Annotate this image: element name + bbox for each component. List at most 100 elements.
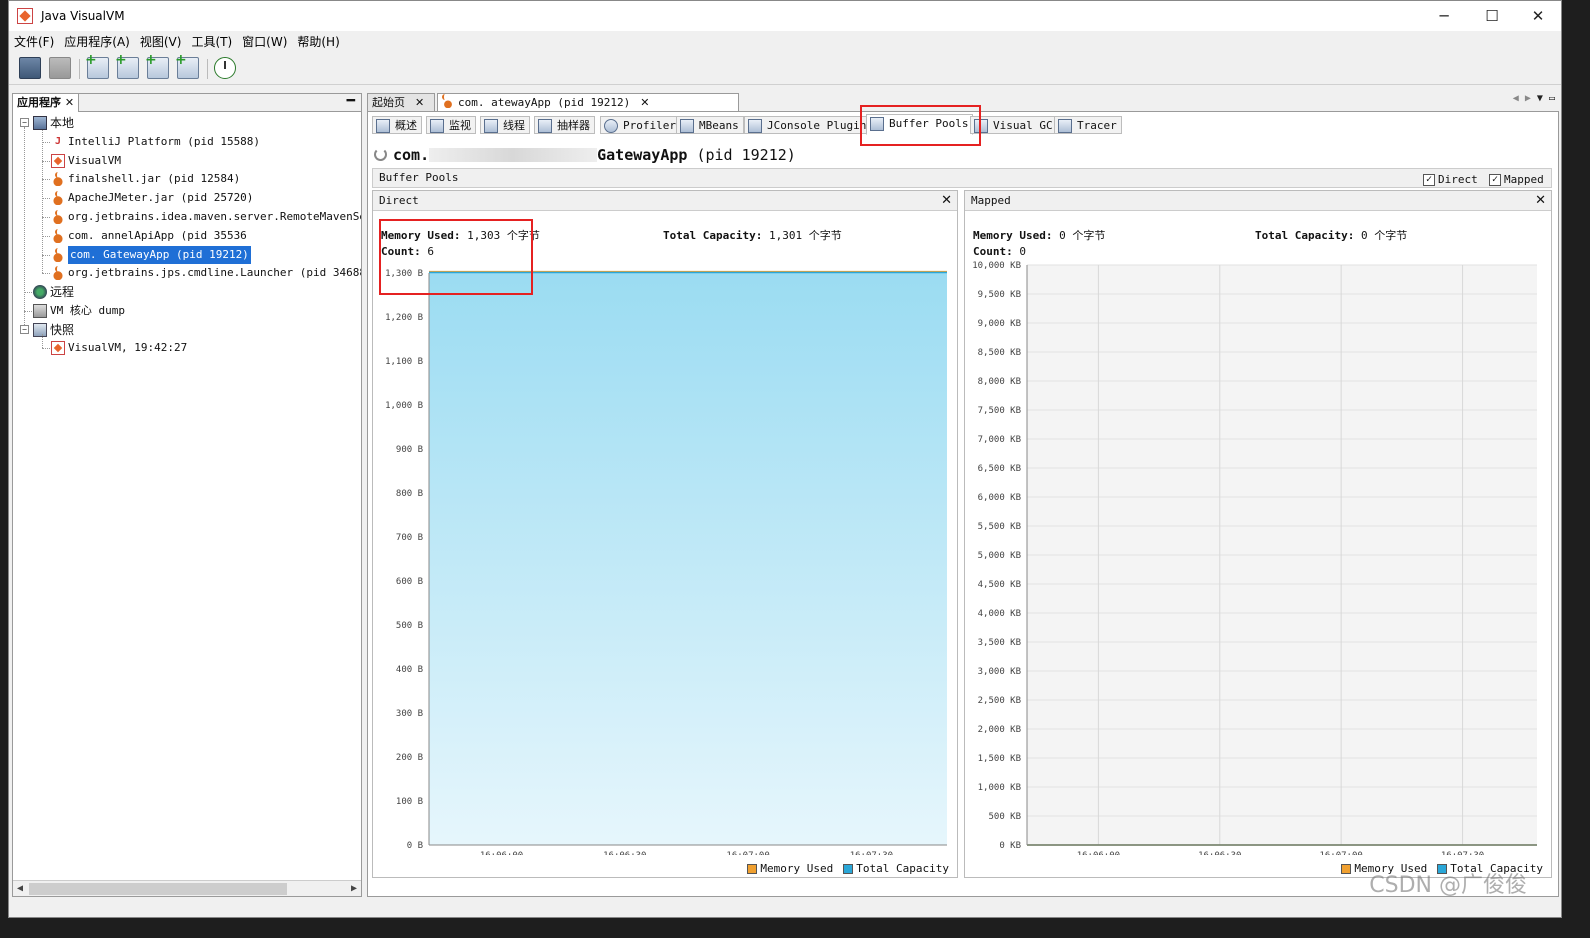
visualvm-icon [51, 154, 65, 168]
jconsole-icon [748, 119, 762, 133]
add-remote-host-icon[interactable] [115, 52, 139, 79]
mapped-checkbox[interactable]: ✓ Mapped [1489, 171, 1544, 189]
subtab-mbeans[interactable]: MBeans [676, 116, 744, 134]
subtab-overview[interactable]: 概述 [372, 116, 422, 134]
add-vm-coredump-icon[interactable] [145, 52, 169, 79]
close-icon[interactable]: ✕ [415, 96, 424, 109]
x-tick-label: 16:06:30 [1198, 851, 1241, 855]
y-tick-label: 6,000 KB [978, 493, 1021, 503]
y-tick-label: 200 B [396, 753, 423, 763]
y-tick-label: 5,000 KB [978, 551, 1021, 561]
coredump-icon [33, 304, 47, 318]
subtab-jconsole-plugins[interactable]: JConsole Plugins [744, 116, 878, 134]
tab-list-dropdown-icon[interactable]: ▼ [1537, 93, 1543, 104]
visual-gc-icon [974, 119, 988, 133]
x-tick-label: 16:07:00 [1319, 851, 1362, 855]
menu-tools[interactable]: 工具(T) [186, 33, 237, 50]
maximize-tab-icon[interactable]: ▭ [1549, 93, 1555, 104]
tree-node-gateway-app[interactable]: com. GatewayApp (pid 19212) [51, 246, 251, 264]
maximize-button[interactable]: ☐ [1469, 1, 1515, 31]
menu-view[interactable]: 视图(V) [135, 33, 187, 50]
minimize-panel-icon[interactable]: ━ [347, 93, 355, 109]
add-snapshot-icon[interactable] [175, 52, 199, 79]
load-icon[interactable] [19, 57, 41, 79]
profiler-icon [604, 119, 618, 133]
tree-node-local[interactable]: 本地 [33, 114, 74, 132]
checkbox-checked-icon: ✓ [1423, 174, 1435, 186]
checkbox-label: Direct [1438, 173, 1478, 186]
subtab-threads[interactable]: 线程 [480, 116, 530, 134]
y-tick-label: 2,500 KB [978, 696, 1021, 706]
menu-application[interactable]: 应用程序(A) [59, 33, 135, 50]
tree-node-maven-server[interactable]: org.jetbrains.idea.maven.server.RemoteMa… [51, 208, 361, 226]
y-tick-label: 1,100 B [385, 357, 423, 367]
compare-snapshots-icon[interactable] [214, 57, 236, 79]
tree-node-remote[interactable]: 远程 [33, 283, 74, 301]
stat-label: Total Capacity: [1255, 229, 1355, 242]
tree-node-jps-launcher[interactable]: org.jetbrains.jps.cmdline.Launcher (pid … [51, 264, 361, 282]
close-window-button[interactable]: ✕ [1515, 1, 1561, 31]
subtab-sampler[interactable]: 抽样器 [534, 116, 595, 134]
tree-node-finalshell[interactable]: finalshell.jar (pid 12584) [51, 170, 240, 188]
subtab-label: MBeans [699, 119, 739, 132]
save-icon[interactable] [49, 57, 71, 79]
y-tick-label: 9,000 KB [978, 319, 1021, 329]
tree-node-vm-coredump[interactable]: VM 核心 dump [33, 302, 125, 320]
tab-start-page[interactable]: 起始页 ✕ [367, 93, 435, 111]
scroll-right-icon[interactable]: ▶ [347, 881, 361, 897]
mbeans-icon [680, 119, 694, 133]
tree-node-snapshot-visualvm[interactable]: VisualVM, 19:42:27 [51, 339, 187, 357]
menu-file[interactable]: 文件(F) [9, 33, 59, 50]
subtab-tracer[interactable]: Tracer [1054, 116, 1122, 134]
tree-node-label: 远程 [50, 285, 75, 299]
tab-navigation: ◀ ▶ ▼ ▭ [1513, 93, 1555, 104]
checkbox-checked-icon: ✓ [1489, 174, 1501, 186]
tree-node-channel-api-app[interactable]: com. annelApiApp (pid 35536 [51, 227, 247, 245]
close-icon[interactable]: ✕ [1535, 191, 1546, 210]
toolbar [9, 51, 1561, 85]
menu-window[interactable]: 窗口(W) [237, 33, 292, 50]
scrollbar-thumb[interactable] [29, 883, 287, 895]
subtab-label: 概述 [395, 119, 417, 132]
subtab-monitor[interactable]: 监视 [426, 116, 476, 134]
tree-node-label: com. annelApiApp (pid 35536 [68, 229, 247, 242]
app-name: GatewayApp [597, 146, 688, 164]
tree-node-jmeter[interactable]: ApacheJMeter.jar (pid 25720) [51, 189, 253, 207]
tab-scroll-left-icon[interactable]: ◀ [1513, 93, 1519, 104]
snapshot-folder-icon [33, 323, 47, 337]
expand-local-toggle[interactable]: − [20, 118, 29, 127]
close-icon[interactable]: ✕ [941, 191, 952, 210]
memory-used-swatch [1341, 863, 1352, 874]
close-icon[interactable]: ✕ [640, 96, 649, 109]
expand-snapshots-toggle[interactable]: − [20, 325, 29, 334]
applications-tab[interactable]: 应用程序 ✕ [13, 94, 80, 112]
direct-checkbox[interactable]: ✓ Direct [1423, 171, 1478, 189]
tree-node-visualvm[interactable]: VisualVM [51, 152, 121, 170]
subtab-label: JConsole Plugins [767, 119, 873, 132]
scroll-left-icon[interactable]: ◀ [13, 881, 27, 897]
tracer-icon [1058, 119, 1072, 133]
application-view: 概述 监视 线程 抽样器 Profiler MBeans JConsole Pl… [367, 105, 1559, 897]
tab-gateway-app[interactable]: com. atewayApp (pid 19212) ✕ [437, 93, 739, 112]
application-tree: − 本地 J IntelliJ Platform (pid 15588) Visu… [13, 113, 361, 879]
close-icon[interactable]: ✕ [65, 96, 74, 109]
add-jmx-connection-icon[interactable] [85, 52, 109, 79]
y-tick-label: 300 B [396, 709, 423, 719]
tab-scroll-right-icon[interactable]: ▶ [1525, 93, 1531, 104]
minimize-button[interactable]: ─ [1421, 1, 1467, 31]
tree-node-snapshots[interactable]: 快照 [33, 321, 74, 339]
direct-panel-header: Direct ✕ [373, 191, 957, 211]
stat-value: 1,301 个字节 [768, 229, 842, 242]
subtab-label: Profiler [623, 119, 676, 132]
subtab-profiler[interactable]: Profiler [600, 116, 681, 134]
x-tick-label: 16:06:00 [1077, 851, 1120, 855]
tree-node-label: IntelliJ Platform (pid 15588) [68, 135, 261, 148]
horizontal-scrollbar[interactable]: ◀ ▶ [13, 880, 361, 896]
subtab-buffer-pools[interactable]: Buffer Pools [866, 114, 974, 135]
menu-help[interactable]: 帮助(H) [292, 33, 344, 50]
y-tick-label: 6,500 KB [978, 464, 1021, 474]
tree-node-intellij[interactable]: J IntelliJ Platform (pid 15588) [51, 133, 260, 151]
direct-legend: Memory Used Total Capacity [737, 862, 949, 875]
x-tick-label: 16:06:00 [480, 851, 523, 855]
subtab-visual-gc[interactable]: Visual GC [970, 116, 1058, 134]
